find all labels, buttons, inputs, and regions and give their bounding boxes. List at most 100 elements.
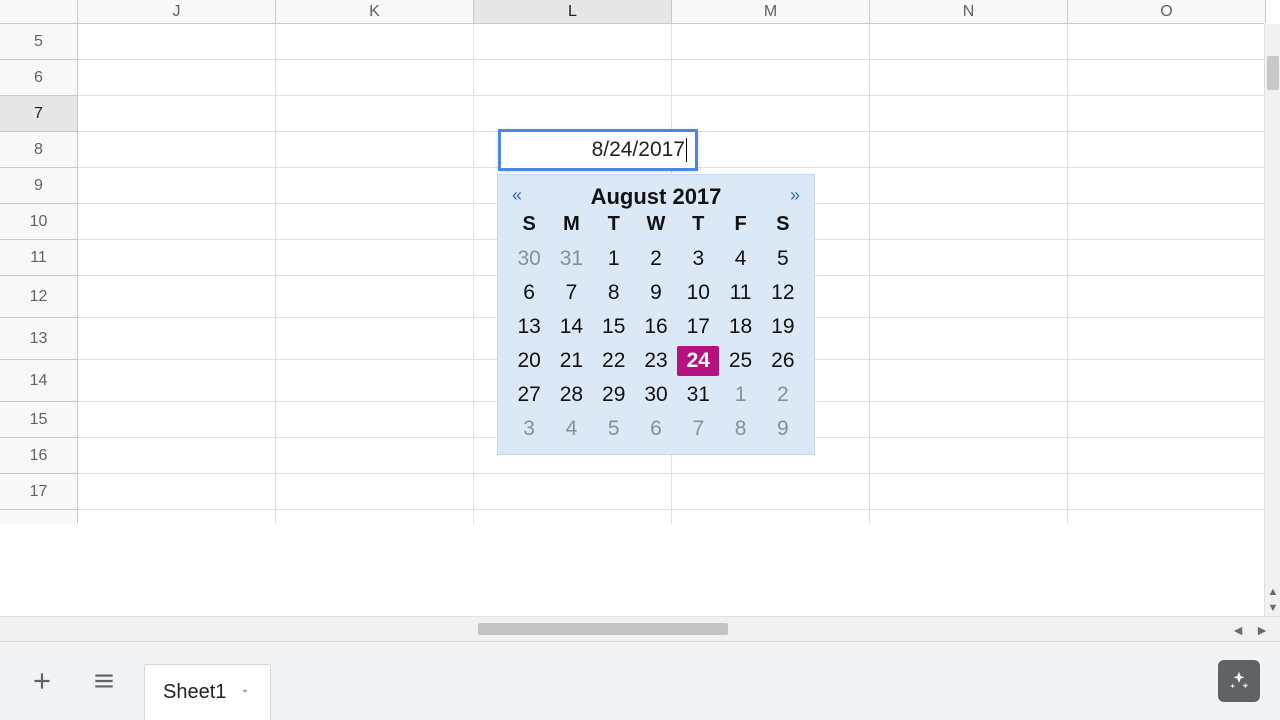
cell-M7[interactable] xyxy=(672,96,870,132)
column-header-M[interactable]: M xyxy=(672,0,870,23)
row-header-15[interactable]: 15 xyxy=(0,402,78,438)
cell-K15[interactable] xyxy=(276,402,474,438)
vertical-scrollbar-thumb[interactable] xyxy=(1267,56,1279,90)
calendar-day[interactable]: 9 xyxy=(762,414,804,444)
calendar-day[interactable]: 28 xyxy=(550,380,592,410)
cell-K7[interactable] xyxy=(276,96,474,132)
cell-N5[interactable] xyxy=(870,24,1068,60)
active-cell-editor[interactable]: 8/24/2017 xyxy=(498,129,698,171)
cell-O5[interactable] xyxy=(1068,24,1266,60)
cell-partial[interactable] xyxy=(1068,510,1266,524)
scroll-left-button[interactable]: ◄ xyxy=(1226,617,1250,643)
prev-month-button[interactable]: « xyxy=(512,185,522,206)
date-picker-title[interactable]: August 2017 xyxy=(591,184,722,210)
calendar-day[interactable]: 18 xyxy=(719,312,761,342)
calendar-day[interactable]: 6 xyxy=(635,414,677,444)
cell-M17[interactable] xyxy=(672,474,870,510)
horizontal-scrollbar-thumb[interactable] xyxy=(478,623,728,635)
cell-M8[interactable] xyxy=(672,132,870,168)
calendar-day[interactable]: 25 xyxy=(719,346,761,376)
calendar-day[interactable]: 10 xyxy=(677,278,719,308)
cell-J12[interactable] xyxy=(78,276,276,318)
cell-O17[interactable] xyxy=(1068,474,1266,510)
column-header-J[interactable]: J xyxy=(78,0,276,23)
calendar-day[interactable]: 15 xyxy=(593,312,635,342)
cell-N12[interactable] xyxy=(870,276,1068,318)
calendar-day[interactable]: 22 xyxy=(593,346,635,376)
calendar-day[interactable]: 19 xyxy=(762,312,804,342)
cell-N6[interactable] xyxy=(870,60,1068,96)
calendar-day[interactable]: 1 xyxy=(593,244,635,274)
cell-L17[interactable] xyxy=(474,474,672,510)
cell-J15[interactable] xyxy=(78,402,276,438)
calendar-day[interactable]: 27 xyxy=(508,380,550,410)
calendar-day[interactable]: 21 xyxy=(550,346,592,376)
cell-K5[interactable] xyxy=(276,24,474,60)
cell-N7[interactable] xyxy=(870,96,1068,132)
cell-partial[interactable] xyxy=(870,510,1068,524)
cell-J17[interactable] xyxy=(78,474,276,510)
cell-K14[interactable] xyxy=(276,360,474,402)
cell-N9[interactable] xyxy=(870,168,1068,204)
cell-O6[interactable] xyxy=(1068,60,1266,96)
calendar-day[interactable]: 20 xyxy=(508,346,550,376)
cell-O14[interactable] xyxy=(1068,360,1266,402)
cell-J8[interactable] xyxy=(78,132,276,168)
scroll-up-button[interactable]: ▲ xyxy=(1265,584,1280,600)
cell-partial[interactable] xyxy=(78,510,276,524)
column-header-N[interactable]: N xyxy=(870,0,1068,23)
cell-M5[interactable] xyxy=(672,24,870,60)
scroll-down-button[interactable]: ▼ xyxy=(1265,600,1280,616)
cell-partial[interactable] xyxy=(672,510,870,524)
row-header-10[interactable]: 10 xyxy=(0,204,78,240)
cell-J10[interactable] xyxy=(78,204,276,240)
vertical-scrollbar[interactable]: ▲ ▼ xyxy=(1264,24,1280,616)
calendar-day[interactable]: 29 xyxy=(593,380,635,410)
cell-O16[interactable] xyxy=(1068,438,1266,474)
row-header-17[interactable]: 17 xyxy=(0,474,78,510)
cell-N14[interactable] xyxy=(870,360,1068,402)
next-month-button[interactable]: » xyxy=(790,185,800,206)
cell-J16[interactable] xyxy=(78,438,276,474)
row-header-7[interactable]: 7 xyxy=(0,96,78,132)
cell-N10[interactable] xyxy=(870,204,1068,240)
cell-L7[interactable] xyxy=(474,96,672,132)
calendar-day[interactable]: 12 xyxy=(762,278,804,308)
calendar-day[interactable]: 23 xyxy=(635,346,677,376)
calendar-day[interactable]: 3 xyxy=(508,414,550,444)
calendar-day[interactable]: 1 xyxy=(719,380,761,410)
row-header-14[interactable]: 14 xyxy=(0,360,78,402)
cell-K17[interactable] xyxy=(276,474,474,510)
cell-J7[interactable] xyxy=(78,96,276,132)
cell-L6[interactable] xyxy=(474,60,672,96)
cell-J6[interactable] xyxy=(78,60,276,96)
cell-O10[interactable] xyxy=(1068,204,1266,240)
cell-N13[interactable] xyxy=(870,318,1068,360)
row-header-6[interactable]: 6 xyxy=(0,60,78,96)
cell-K12[interactable] xyxy=(276,276,474,318)
cell-O15[interactable] xyxy=(1068,402,1266,438)
row-header-9[interactable]: 9 xyxy=(0,168,78,204)
all-sheets-button[interactable] xyxy=(82,659,126,703)
calendar-day[interactable]: 8 xyxy=(593,278,635,308)
row-header-5[interactable]: 5 xyxy=(0,24,78,60)
sheet-tab-menu-button[interactable] xyxy=(238,684,252,701)
cell-K6[interactable] xyxy=(276,60,474,96)
cell-J14[interactable] xyxy=(78,360,276,402)
add-sheet-button[interactable] xyxy=(20,659,64,703)
calendar-day[interactable]: 7 xyxy=(677,414,719,444)
calendar-day[interactable]: 30 xyxy=(635,380,677,410)
cell-N8[interactable] xyxy=(870,132,1068,168)
calendar-day[interactable]: 13 xyxy=(508,312,550,342)
cell-N17[interactable] xyxy=(870,474,1068,510)
cell-K10[interactable] xyxy=(276,204,474,240)
cell-M6[interactable] xyxy=(672,60,870,96)
cell-partial[interactable] xyxy=(474,510,672,524)
calendar-day[interactable]: 11 xyxy=(719,278,761,308)
calendar-day[interactable]: 7 xyxy=(550,278,592,308)
cell-O11[interactable] xyxy=(1068,240,1266,276)
calendar-day[interactable]: 8 xyxy=(719,414,761,444)
calendar-day[interactable]: 17 xyxy=(677,312,719,342)
cell-J5[interactable] xyxy=(78,24,276,60)
horizontal-scrollbar-track[interactable] xyxy=(78,621,1220,637)
